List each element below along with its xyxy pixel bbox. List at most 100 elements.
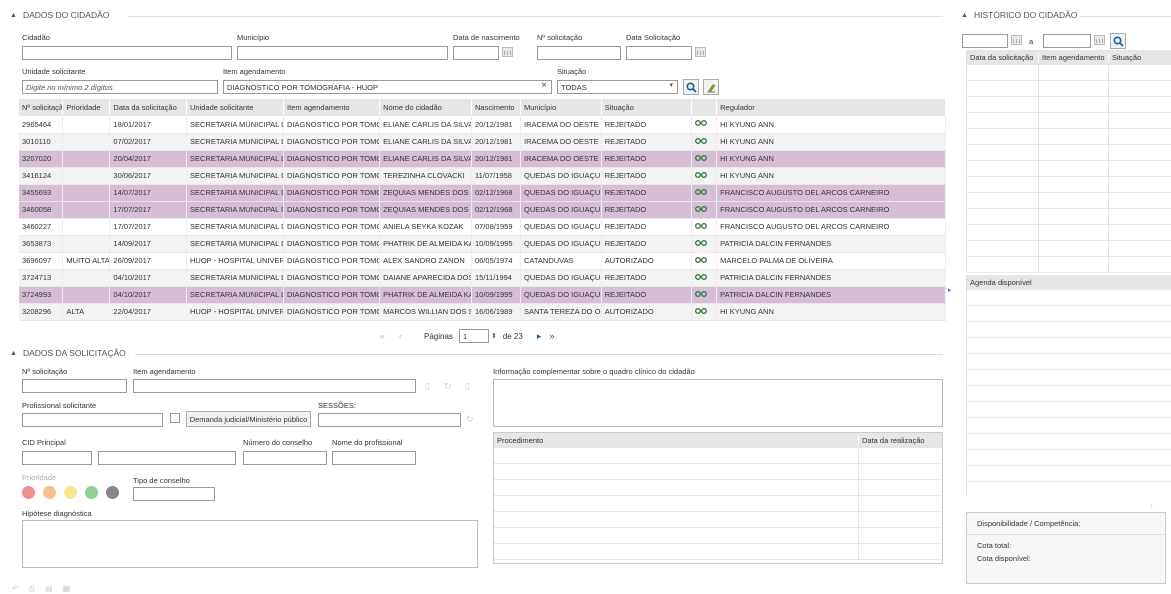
splitter-arrow-icon[interactable]: ▸ — [948, 286, 952, 294]
hist-header-item: Item agendamento — [1039, 53, 1109, 62]
table-row[interactable]: 3460058 17/07/2017SECRETARIA MUNICIPAL DE… — [19, 201, 946, 219]
hipotese-textarea[interactable] — [22, 520, 478, 568]
next-page-icon[interactable]: ▸ — [537, 331, 542, 342]
cid-desc-input[interactable] — [98, 451, 236, 465]
sessoes-input[interactable] — [318, 413, 461, 427]
table-row[interactable]: 3724713 04/10/2017SECRETARIA MUNICIPAL DE… — [19, 269, 946, 287]
nascimento-input[interactable] — [453, 46, 499, 60]
table-cell: IRACEMA DO OESTE — [520, 116, 602, 134]
clear-icon[interactable]: × — [541, 81, 547, 91]
priority-dot[interactable] — [85, 486, 98, 499]
collapse-arrow-icon[interactable]: ▲ — [10, 12, 17, 19]
calendar-icon[interactable] — [1094, 35, 1105, 45]
view-icon[interactable] — [691, 201, 718, 219]
view-icon[interactable] — [691, 286, 718, 304]
scroll-left-icon[interactable]: ‹ — [1150, 500, 1153, 510]
hist-date-to-input[interactable] — [1043, 34, 1091, 48]
hist-search-button[interactable] — [1110, 33, 1126, 49]
table-row[interactable]: 3416124 30/06/2017SECRETARIA MUNICIPAL DE… — [19, 167, 946, 185]
table-row[interactable]: 3696097 MUITO ALTA 26/09/2017 HUOP - HOSPIT… — [19, 252, 946, 270]
sol-nsol-input[interactable] — [22, 379, 127, 393]
table-header-cell[interactable]: Município — [520, 99, 602, 116]
collapse-arrow-icon[interactable]: ▲ — [10, 350, 17, 357]
view-icon[interactable] — [691, 218, 718, 236]
item-agendamento-input[interactable]: DIAGNOSTICO POR TOMOGRAFIA - HUOP × — [223, 80, 552, 94]
nsol-label: Nº solicitação — [537, 33, 583, 42]
section-dados-cidadao-header[interactable]: ▲ DADOS DO CIDADÃO — [10, 10, 109, 20]
view-icon[interactable] — [691, 116, 718, 134]
table-header-cell[interactable] — [691, 99, 718, 116]
table-cell: DIAGNOSTICO POR TOMOGRAFIA — [283, 286, 381, 304]
document-icon[interactable]: ▯ — [425, 381, 430, 392]
table-row[interactable]: 3208296 ALTA 22/04/2017 HUOP - HOSPITAL UNI… — [19, 303, 946, 321]
situacao-select[interactable]: TODAS ▾ — [557, 80, 678, 94]
table-row[interactable]: 2965464 18/01/2017SECRETARIA MUNICIPAL DE… — [19, 116, 946, 134]
table-cell: ALTA — [62, 303, 111, 321]
view-icon[interactable] — [691, 133, 718, 151]
calendar-icon[interactable] — [1011, 35, 1022, 45]
page-input[interactable]: 1 — [458, 329, 489, 343]
hist-date-from-input[interactable] — [962, 34, 1008, 48]
demanda-checkbox[interactable] — [170, 413, 180, 423]
tipoconselho-input[interactable] — [133, 487, 215, 501]
table-row[interactable]: 3653873 14/09/2017SECRETARIA MUNICIPAL DE… — [19, 235, 946, 253]
table-header-cell[interactable]: Data da solicitação — [109, 99, 188, 116]
table-header-cell[interactable]: Nº solicitação — [19, 99, 64, 116]
table-row[interactable]: 3455693 14/07/2017SECRETARIA MUNICIPAL DE… — [19, 184, 946, 202]
table-row[interactable]: 3460227 17/07/2017SECRETARIA MUNICIPAL DE… — [19, 218, 946, 236]
cid-code-input[interactable] — [22, 451, 92, 465]
last-page-icon[interactable]: » — [549, 331, 554, 341]
nconselho-input[interactable] — [243, 451, 327, 465]
priority-dot[interactable] — [43, 486, 56, 499]
table-header-cell[interactable]: Nascimento — [471, 99, 522, 116]
chevron-down-icon[interactable]: ▾ — [669, 81, 673, 90]
priority-dot[interactable] — [22, 486, 35, 499]
priority-dot[interactable] — [64, 486, 77, 499]
edit-icon[interactable]: ▯ — [465, 381, 470, 392]
clear-filter-button[interactable] — [703, 79, 719, 95]
demanda-button[interactable]: Demanda judicial/Ministério público — [186, 411, 311, 427]
view-icon[interactable] — [691, 235, 718, 253]
cidadao-input[interactable] — [22, 46, 232, 60]
view-icon[interactable] — [691, 150, 718, 168]
table-cell: IRACEMA DO OESTE — [520, 150, 602, 168]
view-icon[interactable] — [691, 269, 718, 287]
municipio-label: Município — [237, 33, 270, 42]
unidade-input[interactable]: Digite no mínimo 2 dígitos — [22, 80, 218, 94]
page-spinner-icon[interactable]: ⬍ — [491, 332, 497, 340]
table-row[interactable]: 3010110 07/02/2017SECRETARIA MUNICIPAL DE… — [19, 133, 946, 151]
sol-item-input[interactable] — [133, 379, 416, 393]
info-textarea[interactable] — [493, 379, 943, 427]
view-icon[interactable] — [691, 303, 718, 321]
table-cell: REJEITADO — [601, 150, 692, 168]
nomeprof-input[interactable] — [332, 451, 416, 465]
table-row[interactable]: 3207020 20/04/2017SECRETARIA MUNICIPAL DE… — [19, 150, 946, 168]
table-header-cell[interactable]: Regulador — [716, 99, 946, 116]
nsol-input[interactable] — [537, 46, 621, 60]
date-range-sep: a — [1029, 37, 1034, 46]
refresh-icon[interactable]: ↻ — [466, 414, 474, 425]
search-button[interactable] — [683, 79, 699, 95]
view-icon[interactable] — [691, 167, 718, 185]
calendar-icon[interactable] — [502, 47, 513, 57]
priority-dot[interactable] — [106, 486, 119, 499]
table-row[interactable]: 3724993 04/10/2017SECRETARIA MUNICIPAL DE… — [19, 286, 946, 304]
table-header-cell[interactable]: Nome do cidadão — [379, 99, 472, 116]
table-header-cell[interactable]: Situação — [601, 99, 692, 116]
view-icon[interactable] — [691, 184, 718, 202]
section-historico-header[interactable]: ▲ HISTÓRICO DO CIDADÃO — [961, 10, 1077, 20]
prev-page-icon[interactable]: ‹ — [399, 331, 402, 341]
municipio-input[interactable] — [237, 46, 448, 60]
prof-input[interactable] — [22, 413, 163, 427]
section-dados-solicitacao-header[interactable]: ▲ DADOS DA SOLICITAÇÃO — [10, 348, 126, 358]
first-page-icon[interactable]: « — [380, 331, 385, 341]
table-header-cell[interactable]: Prioridade — [62, 99, 111, 116]
table-header-cell[interactable]: Item agendamento — [283, 99, 381, 116]
collapse-arrow-icon[interactable]: ▲ — [961, 12, 968, 19]
refresh-icon[interactable]: ↻ — [444, 381, 452, 392]
table-header-cell[interactable]: Unidade solicitante — [186, 99, 285, 116]
calendar-icon[interactable] — [695, 47, 706, 57]
view-icon[interactable] — [691, 252, 718, 270]
datasol-input[interactable] — [626, 46, 692, 60]
table-cell: REJEITADO — [601, 218, 692, 236]
